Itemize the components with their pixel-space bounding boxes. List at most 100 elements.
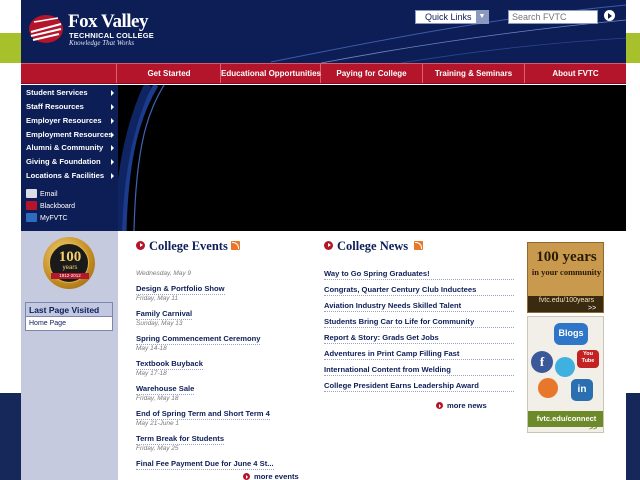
arrow-bullet-icon (436, 402, 443, 409)
news-item[interactable]: Students Bring Car to Life for Community (324, 316, 514, 328)
events-heading-text: College Events (149, 239, 228, 253)
last-page-visited-title: Last Page Visited (26, 303, 112, 317)
youtube-icon: You Tube (577, 350, 599, 368)
sidebar-item-giving-foundation[interactable]: Giving & Foundation (26, 155, 114, 168)
event-item[interactable]: May 17-18 Warehouse Sale (136, 369, 296, 396)
more-events-link[interactable]: more events (243, 472, 313, 480)
sidebar-item-label: Employer Resources (26, 116, 102, 125)
event-item[interactable]: May 14-18 Textbook Buyback (136, 344, 296, 371)
nav-get-started[interactable]: Get Started (118, 64, 221, 83)
event-date: Friday, May 18 (136, 395, 179, 402)
myfvtc-icon (26, 213, 37, 222)
fox-valley-logo-mark-icon (29, 15, 63, 43)
news-item[interactable]: Report & Story: Grads Get Jobs (324, 332, 514, 344)
chevron-down-icon: ▼ (476, 11, 488, 23)
event-date: May 17-18 (136, 370, 167, 377)
sidebar-item-label: Employment Resources (26, 130, 113, 139)
search-go-button[interactable] (604, 10, 615, 21)
seal-inner: 100 years 1912-2012 (49, 243, 89, 283)
arrow-bullet-icon (324, 241, 333, 250)
email-icon (26, 189, 37, 198)
promo-social-connect[interactable]: Blogs f You Tube in fvtc.edu/connect >> (527, 316, 604, 433)
arrow-bullet-icon (136, 241, 145, 250)
blogs-label: Blogs (558, 328, 584, 338)
decor-footer-band-right (626, 393, 640, 480)
nav-paying-for-college[interactable]: Paying for College (321, 64, 423, 83)
site-logo[interactable]: Fox Valley TECHNICAL COLLEGE Knowledge T… (28, 12, 168, 50)
last-page-visited-link[interactable]: Home Page (26, 317, 112, 330)
quick-links-select[interactable]: Quick Links ▼ (415, 10, 489, 24)
facebook-icon: f (531, 351, 553, 373)
news-item[interactable]: Way to Go Spring Graduates! (324, 268, 514, 280)
blackboard-icon (26, 201, 37, 210)
main-content: College Events Wednesday, May 9 Design &… (118, 231, 518, 480)
nav-about-fvtc[interactable]: About FVTC (525, 64, 626, 83)
hero-banner (118, 85, 626, 231)
news-item[interactable]: International Content from Welding (324, 364, 514, 376)
promo-social-arrow: >> (589, 425, 598, 432)
sidebar-item-employer-resources[interactable]: Employer Resources (26, 114, 114, 127)
seal-number: 100 (58, 249, 82, 265)
rss-feed-icon (538, 378, 558, 398)
news-item[interactable]: Aviation Industry Needs Skilled Talent (324, 300, 514, 312)
more-news-label: more news (447, 401, 487, 410)
event-item[interactable]: Friday, May 25 Final Fee Payment Due for… (136, 444, 296, 471)
sidebar-item-student-services[interactable]: Student Services (26, 86, 114, 99)
nav-educational-opportunities[interactable]: Educational Opportunities (221, 64, 321, 83)
logo-tagline: Knowledge That Works (69, 39, 135, 47)
chevron-right-icon (111, 90, 114, 96)
event-date: May 14-18 (136, 345, 167, 352)
event-item[interactable]: Friday, May 18 End of Spring Term and Sh… (136, 394, 296, 421)
event-date: Wednesday, May 9 (136, 270, 192, 277)
event-item[interactable]: Wednesday, May 9 Design & Portfolio Show (136, 269, 296, 296)
rss-icon[interactable] (414, 241, 423, 250)
sidebar-item-label: Alumni & Community (26, 143, 104, 152)
more-news-link[interactable]: more news (436, 401, 506, 411)
promo-100-years[interactable]: 100 years in your community fvtc.edu/100… (527, 242, 604, 313)
news-item[interactable]: College President Earns Leadership Award (324, 380, 514, 392)
chevron-right-icon (111, 132, 114, 138)
site-header: Fox Valley TECHNICAL COLLEGE Knowledge T… (21, 0, 626, 63)
promo-100-arrow: >> (588, 305, 597, 312)
events-heading: College Events (136, 239, 246, 253)
search-input[interactable] (508, 10, 598, 24)
news-item[interactable]: Congrats, Quarter Century Club Inductees (324, 284, 514, 296)
seal-word: years (62, 265, 78, 271)
top-navigation: Get Started Educational Opportunities Pa… (21, 63, 626, 84)
right-column: 100 years in your community fvtc.edu/100… (518, 231, 626, 480)
blackboard-label: Blackboard (40, 203, 76, 210)
event-date: Friday, May 11 (136, 295, 179, 302)
myfvtc-label: MyFVTC (40, 215, 68, 222)
event-item[interactable]: May 21-June 1 Term Break for Students (136, 419, 296, 446)
hero-swoosh-graphic (118, 85, 165, 231)
decor-band-right (626, 33, 640, 63)
nav-training-seminars[interactable]: Training & Seminars (423, 64, 525, 83)
rss-icon[interactable] (231, 241, 240, 250)
decor-band-left (0, 33, 21, 63)
youtube-label: You Tube (581, 351, 595, 364)
facebook-glyph: f (539, 354, 545, 369)
chevron-right-icon (111, 159, 114, 165)
sidebar-item-label: Staff Resources (26, 102, 84, 111)
sidebar-item-locations-facilities[interactable]: Locations & Facilities (26, 169, 114, 182)
event-date: Sunday, May 13 (136, 320, 183, 327)
centennial-seal[interactable]: 100 years 1912-2012 (43, 237, 95, 289)
chevron-right-icon (111, 118, 114, 124)
chevron-right-icon (111, 145, 114, 151)
news-item[interactable]: Adventures in Print Camp Filling Fast (324, 348, 514, 360)
left-column: 100 years 1912-2012 Last Page Visited Ho… (21, 231, 118, 480)
news-heading-text: College News (337, 239, 409, 253)
promo-100-title: 100 years (536, 249, 597, 265)
chevron-right-icon (111, 104, 114, 110)
sidebar-item-label: Student Services (26, 88, 88, 97)
event-item[interactable]: Friday, May 11 Family Carnival (136, 294, 296, 321)
event-date: May 21-June 1 (136, 420, 179, 427)
sidebar-item-staff-resources[interactable]: Staff Resources (26, 100, 114, 113)
event-item[interactable]: Sunday, May 13 Spring Commencement Cerem… (136, 319, 296, 346)
twitter-icon (555, 357, 575, 377)
sidebar-item-alumni-community[interactable]: Alumni & Community (26, 141, 114, 154)
sidebar-item-employment-resources[interactable]: Employment Resources (26, 128, 114, 141)
linkedin-icon: in (571, 379, 593, 401)
blogs-icon: Blogs (554, 323, 588, 345)
event-date: Friday, May 25 (136, 445, 179, 452)
